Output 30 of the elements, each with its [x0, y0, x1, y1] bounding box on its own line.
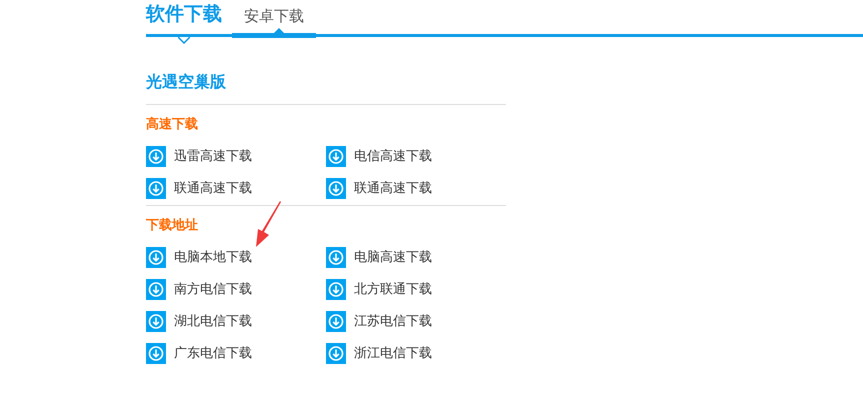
- download-icon: [326, 146, 346, 166]
- download-icon: [146, 278, 166, 300]
- download-icon: [326, 246, 346, 268]
- download-link[interactable]: 电信高速下载: [326, 145, 506, 167]
- download-link[interactable]: 迅雷高速下载: [146, 145, 326, 167]
- download-icon: [326, 342, 346, 364]
- download-link[interactable]: 联通高速下载: [326, 177, 506, 199]
- download-link[interactable]: 电脑高速下载: [326, 246, 506, 268]
- download-link[interactable]: 联通高速下载: [146, 177, 326, 199]
- download-icon: [146, 178, 166, 198]
- download-link[interactable]: 江苏电信下载: [326, 310, 506, 332]
- section-title: 软件下载: [146, 2, 222, 27]
- download-link[interactable]: 湖北电信下载: [146, 310, 326, 332]
- download-icon: [146, 310, 166, 332]
- download-link[interactable]: 广东电信下载: [146, 342, 326, 364]
- caret-icon: [274, 28, 284, 33]
- download-link[interactable]: 电脑本地下载: [146, 246, 326, 268]
- group-heading: 高速下载: [146, 116, 199, 134]
- download-icon: [146, 246, 166, 268]
- group-heading: 下载地址: [146, 217, 199, 235]
- download-icon: [326, 278, 346, 300]
- download-link[interactable]: 南方电信下载: [146, 278, 326, 300]
- download-icon: [146, 342, 166, 364]
- download-icon: [326, 178, 346, 198]
- download-icon: [326, 310, 346, 332]
- download-link[interactable]: 浙江电信下载: [326, 342, 506, 364]
- tab[interactable]: 安卓下载: [232, 7, 316, 38]
- app-title: 光遇空巢版: [146, 70, 506, 105]
- download-icon: [146, 146, 166, 166]
- download-link[interactable]: 北方联通下载: [326, 278, 506, 300]
